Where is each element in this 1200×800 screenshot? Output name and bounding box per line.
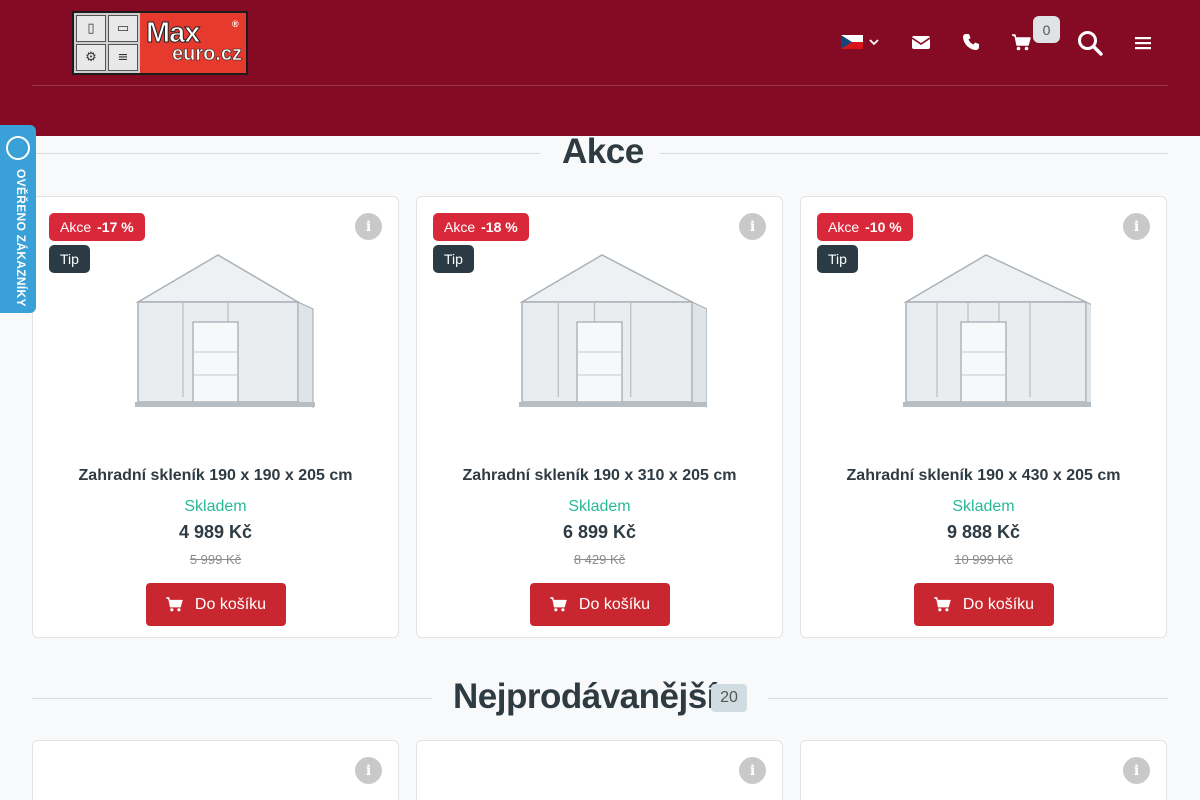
cart-count-badge[interactable]: 0 xyxy=(1033,16,1060,43)
info-icon[interactable]: i xyxy=(355,213,382,240)
tip-badge: Tip xyxy=(817,245,858,273)
info-icon[interactable]: i xyxy=(355,757,382,784)
product-name[interactable]: Zahradní skleník 190 x 190 x 205 cm xyxy=(33,467,398,485)
site-logo[interactable]: ▯ ▭ ⚙ ≡ Max ® euro.cz xyxy=(72,11,248,75)
product-name[interactable]: Zahradní skleník 190 x 310 x 205 cm xyxy=(417,467,782,485)
product-price: 4 989 Kč xyxy=(178,522,253,542)
product-image[interactable] xyxy=(881,247,1091,422)
sale-badge: Akce -10 % xyxy=(817,213,913,241)
ladder-icon: ≡ xyxy=(108,44,138,71)
discount-value: -17 % xyxy=(97,219,134,235)
header-divider xyxy=(32,85,1168,86)
sale-badge: Akce -17 % xyxy=(49,213,145,241)
verified-by-customers-badge[interactable]: OVĚŘENO ZÁKAZNÍKY xyxy=(0,125,36,313)
bestsellers-count-badge: 20 xyxy=(711,684,747,712)
old-price: 10 999 Kč xyxy=(954,552,1013,567)
product-card[interactable]: Akce -10 % Tip i Zahradní skleník 190 x … xyxy=(800,196,1167,638)
section-divider-right xyxy=(768,698,1168,699)
add-to-cart-label: Do košíku xyxy=(962,595,1035,613)
logo-registered-mark: ® xyxy=(232,19,239,29)
verified-badge-label: OVĚŘENO ZÁKAZNÍKY xyxy=(14,169,28,307)
cart-icon xyxy=(550,597,567,612)
product-card[interactable]: i xyxy=(416,740,783,800)
menu-icon[interactable] xyxy=(1135,36,1151,50)
section-divider-left xyxy=(32,698,432,699)
product-name[interactable]: Zahradní skleník 190 x 430 x 205 cm xyxy=(801,467,1166,485)
product-card[interactable]: i xyxy=(800,740,1167,800)
sale-badge: Akce -18 % xyxy=(433,213,529,241)
search-icon[interactable] xyxy=(1077,30,1103,56)
stock-status: Skladem xyxy=(952,498,1015,515)
old-price: 5 999 Kč xyxy=(189,552,242,567)
cart-tool-icon: ▭ xyxy=(108,15,138,42)
stock-status: Skladem xyxy=(184,498,247,515)
product-card[interactable]: i xyxy=(32,740,399,800)
info-icon[interactable]: i xyxy=(739,757,766,784)
product-card[interactable]: Akce -18 % Tip i Zahradní skleník 190 x … xyxy=(416,196,783,638)
add-to-cart-label: Do košíku xyxy=(194,595,267,613)
discount-value: -18 % xyxy=(481,219,518,235)
product-image[interactable] xyxy=(113,247,323,422)
verified-seal-icon xyxy=(6,136,30,160)
product-card[interactable]: Akce -17 % Tip i Zahradní skleník 190 x … xyxy=(32,196,399,638)
flag-cz-icon[interactable] xyxy=(841,35,863,49)
product-image[interactable] xyxy=(497,247,707,422)
product-price: 9 888 Kč xyxy=(946,522,1021,542)
add-to-cart-button[interactable]: Do košíku xyxy=(530,583,670,626)
section-divider-left xyxy=(32,153,540,154)
sale-badge-label: Akce xyxy=(444,219,476,235)
envelope-icon[interactable] xyxy=(912,35,930,50)
tip-badge: Tip xyxy=(49,245,90,273)
stock-status: Skladem xyxy=(568,498,631,515)
phone-icon[interactable] xyxy=(962,33,980,51)
barrow-icon: ⚙ xyxy=(76,44,106,71)
cart-icon[interactable] xyxy=(1012,34,1031,51)
add-to-cart-label: Do košíku xyxy=(578,595,651,613)
info-icon[interactable]: i xyxy=(739,213,766,240)
sale-badge-label: Akce xyxy=(828,219,860,235)
add-to-cart-button[interactable]: Do košíku xyxy=(146,583,286,626)
bin-icon: ▯ xyxy=(76,15,106,42)
info-icon[interactable]: i xyxy=(1123,213,1150,240)
logo-domain: euro.cz xyxy=(172,43,243,66)
info-icon[interactable]: i xyxy=(1123,757,1150,784)
old-price: 8 429 Kč xyxy=(573,552,626,567)
site-header: ▯ ▭ ⚙ ≡ Max ® euro.cz 0 xyxy=(0,0,1200,136)
section-divider-right xyxy=(660,153,1168,154)
logo-icon-grid: ▯ ▭ ⚙ ≡ xyxy=(74,13,140,73)
section-title-akce: Akce xyxy=(562,132,644,171)
sale-badge-label: Akce xyxy=(60,219,92,235)
cart-icon xyxy=(166,597,183,612)
tip-badge: Tip xyxy=(433,245,474,273)
chevron-down-icon[interactable] xyxy=(868,35,880,49)
discount-value: -10 % xyxy=(865,219,902,235)
section-title-bestsellers: Nejprodávanější xyxy=(453,677,716,716)
cart-icon xyxy=(934,597,951,612)
add-to-cart-button[interactable]: Do košíku xyxy=(914,583,1054,626)
product-price: 6 899 Kč xyxy=(562,522,637,542)
logo-wordmark: Max ® euro.cz xyxy=(140,13,246,73)
